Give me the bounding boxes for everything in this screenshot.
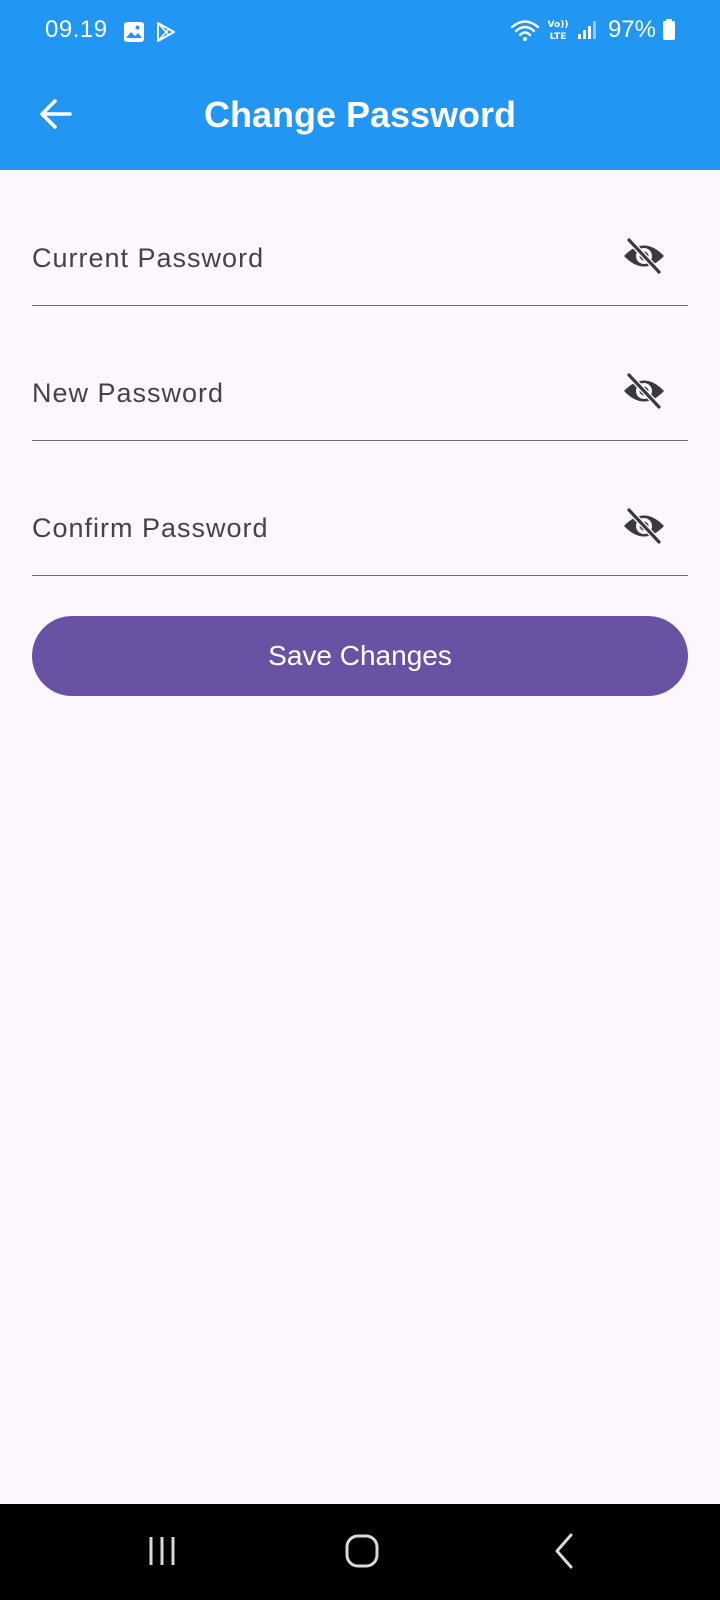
recents-icon [142, 1533, 182, 1574]
current-password-visibility-toggle[interactable] [620, 237, 668, 279]
home-button[interactable] [332, 1528, 392, 1578]
battery-percentage: 97% [607, 16, 656, 43]
new-password-input[interactable] [32, 346, 592, 440]
back-nav-button[interactable] [534, 1528, 594, 1578]
current-password-field [32, 211, 688, 306]
new-password-visibility-toggle[interactable] [620, 372, 668, 414]
confirm-password-input[interactable] [32, 481, 592, 575]
signal-icon [576, 19, 598, 41]
recents-button[interactable] [132, 1528, 192, 1578]
home-icon [342, 1531, 382, 1576]
app-bar: Change Password [0, 64, 720, 170]
svg-text:Vo)): Vo)) [548, 20, 569, 30]
current-password-input[interactable] [32, 211, 592, 305]
status-notification-icons [122, 20, 178, 44]
header: 09.19 Vo)) LTE 97% Change Password [0, 0, 720, 170]
back-icon [546, 1531, 582, 1576]
wifi-icon [510, 18, 540, 42]
confirm-password-visibility-toggle[interactable] [620, 507, 668, 549]
new-password-field [32, 346, 688, 441]
play-store-icon [154, 20, 178, 44]
gallery-icon [122, 20, 146, 44]
volte-icon: Vo)) LTE [546, 17, 570, 43]
system-navigation-bar [0, 1504, 720, 1600]
visibility-off-icon [621, 372, 667, 415]
visibility-off-icon [621, 507, 667, 550]
svg-text:LTE: LTE [550, 32, 567, 42]
visibility-off-icon [621, 237, 667, 280]
save-changes-button[interactable]: Save Changes [32, 616, 688, 696]
page-title: Change Password [203, 94, 517, 135]
status-system-icons: Vo)) LTE 97% [510, 16, 676, 44]
status-time: 09.19 [45, 16, 108, 43]
battery-icon [662, 18, 676, 42]
status-bar: 09.19 Vo)) LTE 97% [0, 0, 720, 64]
confirm-password-field [32, 481, 688, 576]
